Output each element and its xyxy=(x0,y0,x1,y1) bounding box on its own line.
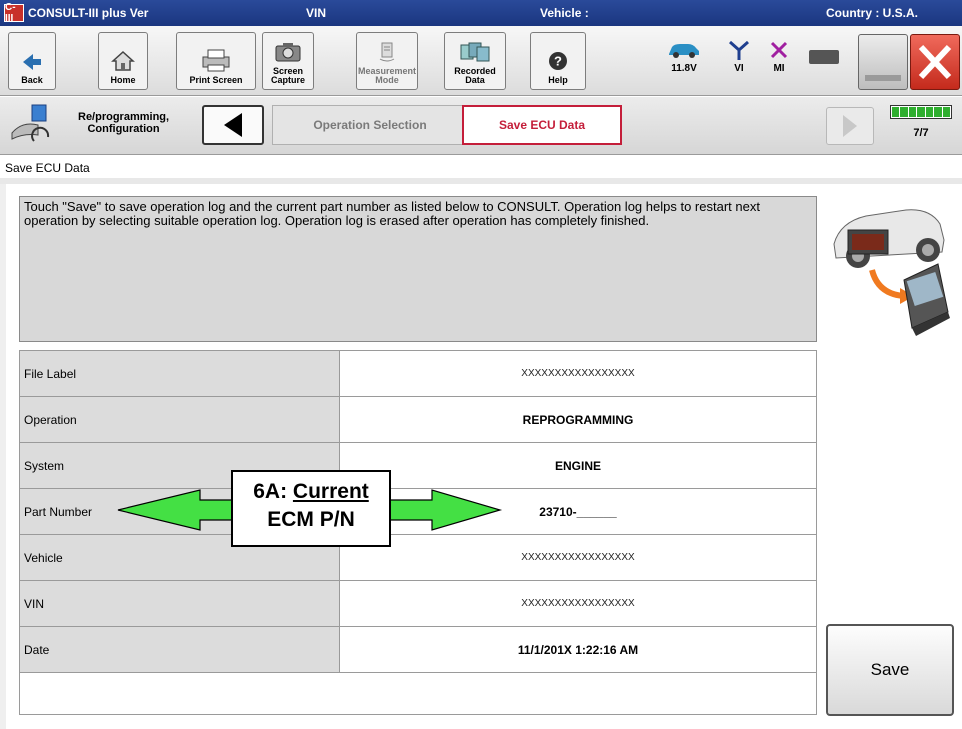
ecu-data-table: File Label XXXXXXXXXXXXXXXXX Operation R… xyxy=(19,350,817,715)
crumb-operation-selection[interactable]: Operation Selection xyxy=(272,105,468,145)
section-label: Save ECU Data xyxy=(5,161,90,175)
empty-cell xyxy=(19,672,817,715)
close-button[interactable] xyxy=(910,34,960,90)
app-title: CONSULT-III plus Ver xyxy=(28,6,149,20)
table-row: File Label XXXXXXXXXXXXXXXXX xyxy=(19,350,817,397)
save-button[interactable]: Save xyxy=(826,624,954,716)
print-screen-label: Print Screen xyxy=(189,75,243,85)
car-to-laptop-icon xyxy=(833,209,950,336)
empty-row xyxy=(19,672,817,715)
table-row: Vehicle XXXXXXXXXXXXXXXXX xyxy=(19,534,817,581)
recorded-data-icon xyxy=(460,42,490,62)
measurement-mode-button[interactable]: Measurement Mode xyxy=(356,32,418,90)
vin-title: VIN xyxy=(306,6,327,20)
table-row: Part Number 23710-______ xyxy=(19,488,817,535)
row-label: VIN xyxy=(19,580,340,627)
crumb-save-ecu-data[interactable]: Save ECU Data xyxy=(462,105,622,145)
callout-prefix: 6A: xyxy=(253,480,293,503)
car-status-icon xyxy=(669,44,699,58)
mi-cross-icon xyxy=(770,41,788,59)
back-label: Back xyxy=(21,75,43,85)
triangle-left-icon xyxy=(224,113,242,137)
back-button[interactable]: Back xyxy=(8,32,56,90)
row-value: ENGINE xyxy=(339,442,817,489)
printer-icon xyxy=(202,49,230,72)
country-title: Country : U.S.A. xyxy=(826,6,918,20)
row-value: 23710-______ xyxy=(339,488,817,535)
row-value: REPROGRAMMING xyxy=(339,396,817,443)
vi-antenna-icon xyxy=(729,40,749,60)
callout-current: Current xyxy=(292,480,369,503)
page-counter: 7/7 xyxy=(913,127,929,139)
minimize-icon xyxy=(865,75,901,81)
callout-line-2: ECM P/N xyxy=(267,508,355,531)
row-value: XXXXXXXXXXXXXXXXX xyxy=(339,350,817,397)
triangle-right-icon xyxy=(843,115,857,137)
print-screen-button[interactable]: Print Screen xyxy=(176,32,256,90)
help-icon: ? xyxy=(549,52,567,70)
nav-back-button[interactable] xyxy=(202,105,264,145)
recorded-data-button[interactable]: Recorded Data xyxy=(444,32,506,90)
vi-status: VI xyxy=(728,40,750,74)
row-value: XXXXXXXXXXXXXXXXX xyxy=(339,580,817,627)
callout-line-1: 6A: Current xyxy=(233,478,389,506)
progress-bar xyxy=(890,105,952,119)
navigation-bar: Re/programming, Configuration Operation … xyxy=(0,97,962,155)
measurement-icon xyxy=(379,42,395,62)
app-logo-icon: C-III xyxy=(4,2,24,24)
progress-indicator: 7/7 xyxy=(890,105,952,147)
divider xyxy=(0,178,962,184)
row-label: Operation xyxy=(19,396,340,443)
home-icon xyxy=(111,50,135,71)
recorded-label-2: Data xyxy=(465,75,485,85)
nav-title-line-1: Re/programming, xyxy=(78,111,170,123)
table-row: Date 11/1/201X 1:22:16 AM xyxy=(19,626,817,673)
screen-capture-button[interactable]: Screen Capture xyxy=(262,32,314,90)
measurement-label-2: Mode xyxy=(375,75,399,85)
nav-title-line-2: Configuration xyxy=(87,123,160,135)
table-row: VIN XXXXXXXXXXXXXXXXX xyxy=(19,580,817,627)
instruction-message: Touch "Save" to save operation log and t… xyxy=(19,196,817,342)
row-value: XXXXXXXXXXXXXXXXX xyxy=(339,534,817,581)
battery-voltage-status: 11.8V xyxy=(666,40,702,74)
row-label: Date xyxy=(19,626,340,673)
table-row: Operation REPROGRAMMING xyxy=(19,396,817,443)
mi-label: MI xyxy=(773,63,785,74)
title-bar: C-III CONSULT-III plus Ver VIN Vehicle :… xyxy=(0,0,962,26)
camera-icon xyxy=(275,43,301,62)
nav-title: Re/programming, Configuration xyxy=(78,111,169,135)
minimize-button[interactable] xyxy=(858,34,908,90)
annotation-callout: 6A: Current ECM P/N xyxy=(231,470,391,547)
home-label: Home xyxy=(110,75,136,85)
back-arrow-icon xyxy=(23,54,41,70)
home-button[interactable]: Home xyxy=(98,32,148,90)
close-icon xyxy=(918,44,952,80)
row-label: File Label xyxy=(19,350,340,397)
vehicle-title: Vehicle : xyxy=(540,6,589,20)
row-value: 11/1/201X 1:22:16 AM xyxy=(339,626,817,673)
vi-label: VI xyxy=(734,63,744,74)
battery-indicator-icon xyxy=(809,50,839,64)
reprogramming-icon xyxy=(11,104,50,142)
nav-next-button[interactable] xyxy=(826,107,874,145)
svg-text:?: ? xyxy=(554,54,562,69)
help-button[interactable]: ? Help xyxy=(530,32,586,90)
voltage-value: 11.8V xyxy=(671,63,697,74)
toolbar: Back Home Print Screen Screen Capture Me… xyxy=(0,26,962,96)
mi-status: MI xyxy=(768,40,790,74)
screen-capture-label-2: Capture xyxy=(270,75,305,85)
help-label: Help xyxy=(548,75,568,85)
left-edge xyxy=(0,184,6,729)
table-row: System ENGINE xyxy=(19,442,817,489)
